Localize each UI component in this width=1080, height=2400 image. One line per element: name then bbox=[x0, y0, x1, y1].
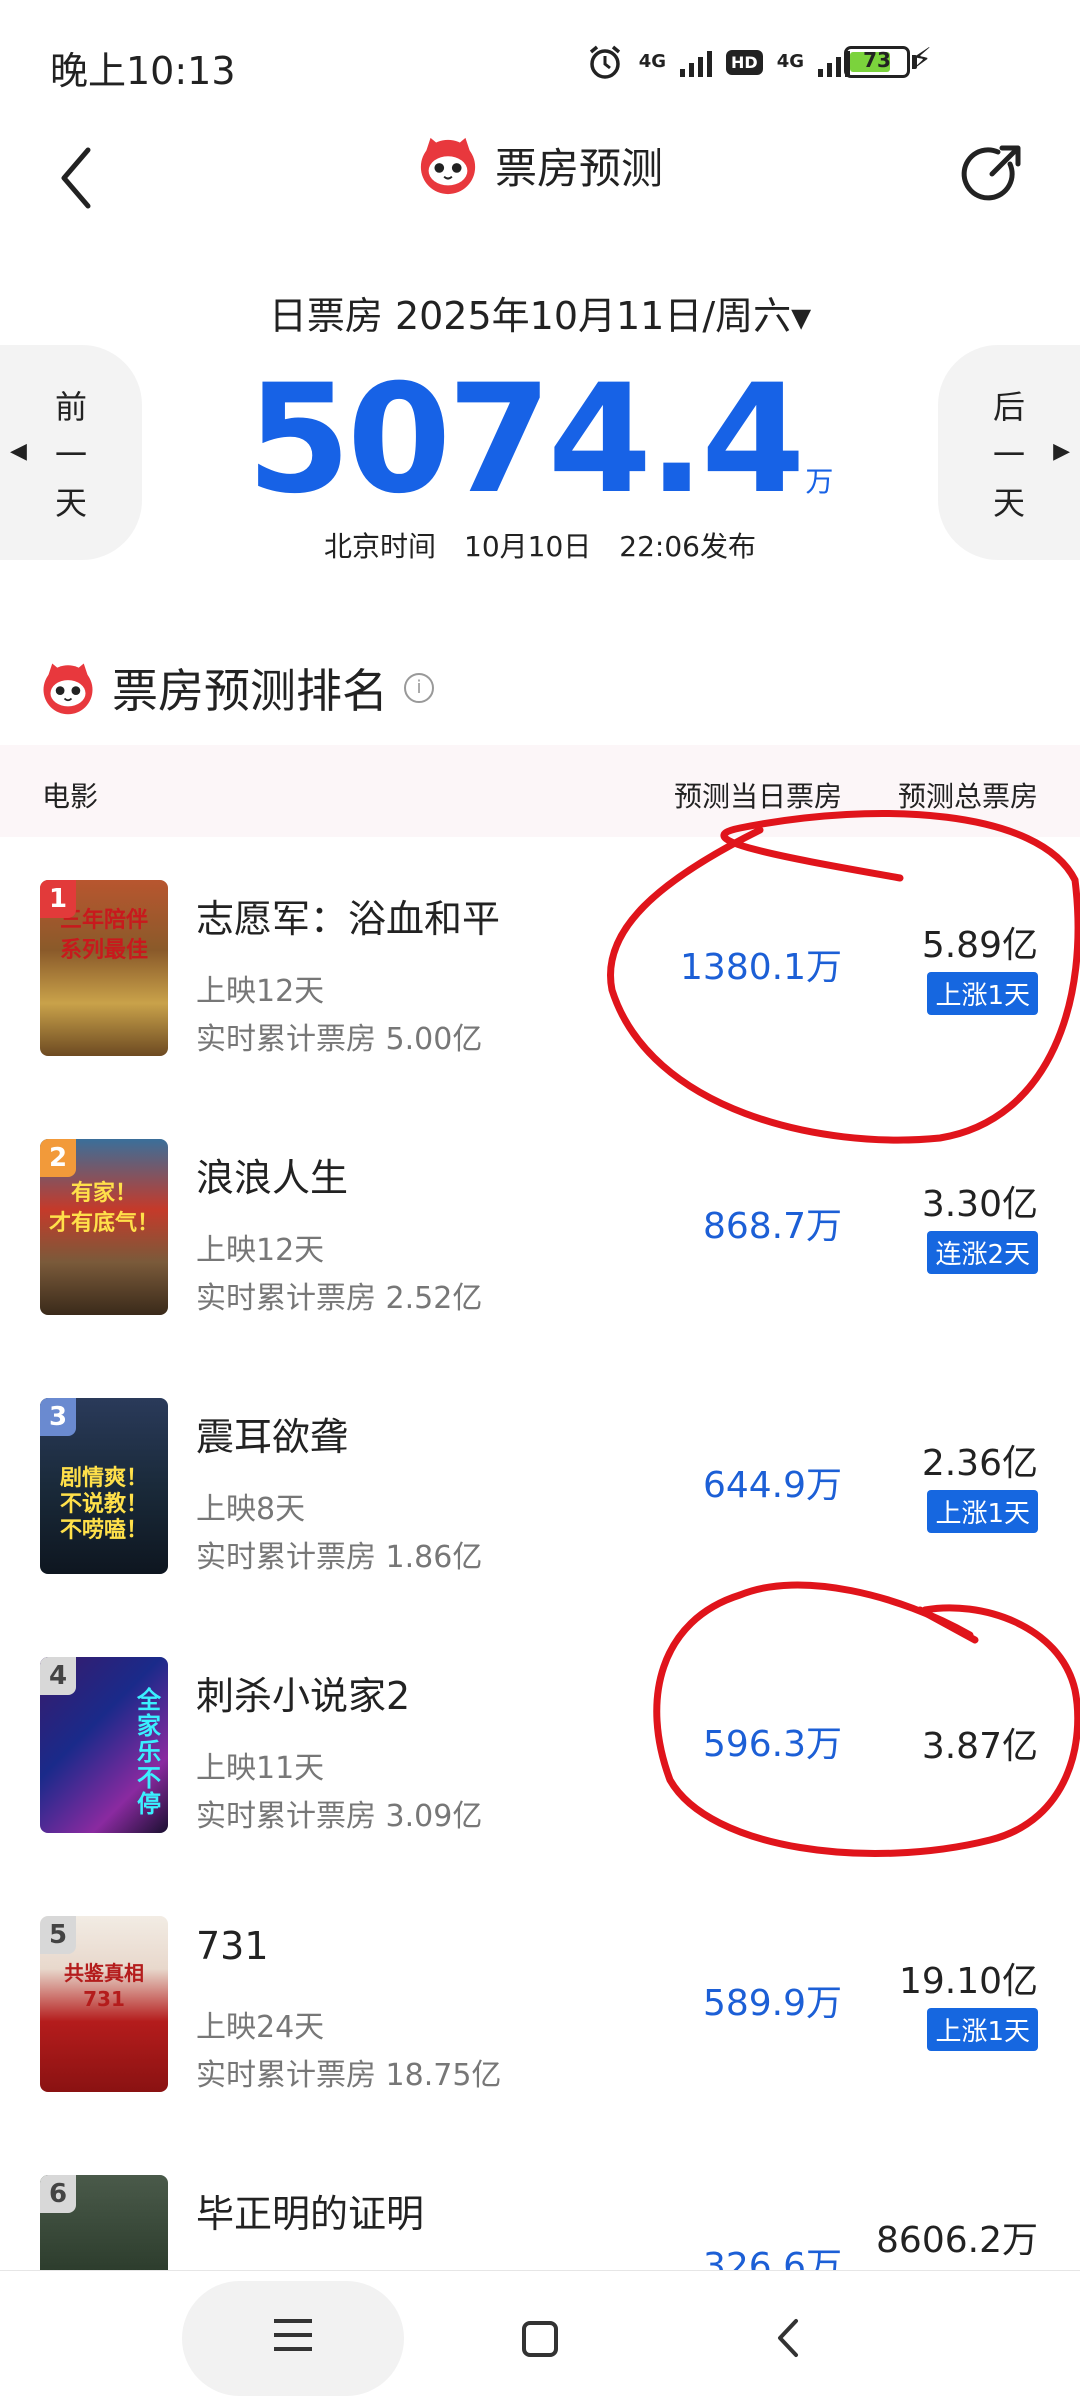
battery-icon: 73 bbox=[844, 46, 910, 78]
ranking-title: 票房预测排名 bbox=[112, 664, 388, 718]
share-button[interactable] bbox=[952, 134, 1032, 214]
movie-poster: 有家！ 才有底气！ 2 bbox=[40, 1139, 168, 1315]
status-icons: 4G HD 4G bbox=[585, 42, 850, 82]
movie-poster: 三年陪伴 系列最佳 1 bbox=[40, 880, 168, 1056]
poster-text: 共鉴真相 731 bbox=[64, 1961, 144, 2011]
total-forecast-value: 5.89亿 bbox=[921, 925, 1038, 966]
charging-icon: ⚡ bbox=[910, 42, 932, 77]
trend-badge: 上涨1天 bbox=[927, 1490, 1038, 1533]
movie-cumulative: 实时累计票房 18.75亿 bbox=[196, 2058, 502, 2093]
signal-icon bbox=[680, 47, 713, 77]
rank-badge: 5 bbox=[40, 1916, 76, 1954]
movie-row[interactable]: 有家！ 才有底气！ 2 浪浪人生 上映12天 实时累计票房 2.52亿 868.… bbox=[0, 1139, 1080, 1398]
day-forecast-value: 868.7万 bbox=[702, 1206, 842, 1247]
rank-badge: 3 bbox=[40, 1398, 76, 1436]
alarm-icon bbox=[589, 45, 620, 79]
battery-percent: 73 bbox=[863, 48, 891, 72]
movie-row[interactable]: 剧情爽！ 不说教！ 不唠嗑！ 3 震耳欲聋 上映8天 实时累计票房 1.86亿 … bbox=[0, 1398, 1080, 1657]
system-nav-bar bbox=[0, 2270, 1080, 2400]
status-bar: 晚上10:13 4G HD 4G 73 ⚡ bbox=[0, 0, 1080, 120]
title-bar: 票房预测 bbox=[0, 120, 1080, 240]
trend-badge: 上涨1天 bbox=[927, 2008, 1038, 2051]
day-forecast-value: 596.3万 bbox=[702, 1724, 842, 1765]
movie-row[interactable]: 全家乐不停 4 刺杀小说家2 上映11天 实时累计票房 3.09亿 596.3万… bbox=[0, 1657, 1080, 1916]
total-forecast-value: 8606.2万 bbox=[876, 2220, 1038, 2261]
movie-name: 浪浪人生 bbox=[196, 1156, 349, 1200]
poster-text: 全家乐不停 bbox=[137, 1686, 161, 1818]
menu-button[interactable] bbox=[182, 2281, 404, 2396]
movie-days: 上映8天 bbox=[196, 1492, 306, 1527]
day-forecast-value: 589.9万 bbox=[702, 1983, 842, 2024]
rank-badge: 2 bbox=[40, 1139, 76, 1177]
total-forecast-value: 3.87亿 bbox=[921, 1726, 1038, 1767]
rank-badge: 1 bbox=[40, 880, 76, 918]
title-wrap: 票房预测 bbox=[0, 134, 1080, 196]
movie-name: 731 bbox=[196, 1924, 269, 1968]
day-forecast-value: 644.9万 bbox=[702, 1465, 842, 1506]
status-time: 晚上10:13 bbox=[50, 49, 236, 93]
movie-name: 毕正明的证明 bbox=[196, 2192, 425, 2236]
nav-back-button[interactable] bbox=[772, 2315, 802, 2361]
column-day-forecast: 预测当日票房 bbox=[673, 780, 842, 813]
movie-name: 志愿军：浴血和平 bbox=[196, 897, 501, 941]
ranking-header: 票房预测排名 i bbox=[40, 655, 434, 721]
movie-poster: 剧情爽！ 不说教！ 不唠嗑！ 3 bbox=[40, 1398, 168, 1574]
movie-cumulative: 实时累计票房 1.86亿 bbox=[196, 1540, 483, 1575]
network-4g-label: 4G bbox=[638, 51, 667, 72]
movie-days: 上映12天 bbox=[196, 974, 325, 1009]
publish-info: 北京时间 10月10日 22:06发布 bbox=[324, 530, 756, 563]
movie-poster: 全家乐不停 4 bbox=[40, 1657, 168, 1833]
trend-badge: 连涨2天 bbox=[927, 1231, 1038, 1274]
movie-cumulative: 实时累计票房 3.09亿 bbox=[196, 1799, 483, 1834]
total-forecast-value: 19.10亿 bbox=[898, 1961, 1038, 2002]
movie-days: 上映11天 bbox=[196, 1751, 325, 1786]
caret-down-icon: ▼ bbox=[791, 303, 812, 334]
network-4g-label-2: 4G bbox=[776, 51, 804, 72]
poster-text: 剧情爽！ 不说教！ 不唠嗑！ bbox=[59, 1466, 148, 1543]
movie-poster: 共鉴真相 731 5 bbox=[40, 1916, 168, 2092]
maoyan-cat-logo-icon bbox=[43, 663, 93, 715]
movie-row[interactable]: 三年陪伴 系列最佳 1 志愿军：浴血和平 上映12天 实时累计票房 5.00亿 … bbox=[0, 880, 1080, 1139]
movie-days: 上映24天 bbox=[196, 2010, 325, 2045]
column-header: 电影 预测当日票房 预测总票房 bbox=[0, 745, 1080, 837]
ranking-list: 三年陪伴 系列最佳 1 志愿军：浴血和平 上映12天 实时累计票房 5.00亿 … bbox=[0, 880, 1080, 2400]
info-icon[interactable]: i bbox=[404, 673, 434, 703]
menu-icon bbox=[274, 2319, 312, 2323]
share-icon bbox=[961, 145, 1021, 201]
movie-cumulative: 实时累计票房 2.52亿 bbox=[196, 1281, 483, 1316]
column-total-forecast: 预测总票房 bbox=[897, 780, 1038, 813]
home-button[interactable] bbox=[522, 2321, 558, 2357]
total-forecast-value: 3.30亿 bbox=[921, 1184, 1038, 1225]
movie-name: 震耳欲聋 bbox=[196, 1415, 349, 1459]
date-selector[interactable]: 日票房 2025年10月11日/周六▼ bbox=[0, 285, 1080, 340]
column-movie: 电影 bbox=[42, 780, 99, 813]
rank-badge: 4 bbox=[40, 1657, 76, 1695]
movie-cumulative: 实时累计票房 5.00亿 bbox=[196, 1022, 483, 1057]
box-office-value: 5074.4 bbox=[246, 353, 806, 527]
movie-days: 上映12天 bbox=[196, 1233, 325, 1268]
box-office-unit: 万 bbox=[805, 465, 834, 498]
date-label: 日票房 bbox=[268, 294, 383, 338]
total-forecast-value: 2.36亿 bbox=[921, 1443, 1038, 1484]
movie-row[interactable]: 共鉴真相 731 5 731 上映24天 实时累计票房 18.75亿 589.9… bbox=[0, 1916, 1080, 2175]
page-title: 票房预测 bbox=[494, 143, 663, 193]
maoyan-cat-logo-icon bbox=[420, 137, 476, 195]
hd-icon: HD bbox=[726, 49, 763, 75]
movie-name: 刺杀小说家2 bbox=[196, 1674, 411, 1718]
date-value: 2025年10月11日/周六 bbox=[394, 294, 792, 338]
poster-text: 有家！ 才有底气！ bbox=[48, 1181, 159, 1236]
rank-badge: 6 bbox=[40, 2175, 76, 2213]
daily-box-office-total: 5074.4 万 bbox=[0, 365, 1080, 515]
trend-badge: 上涨1天 bbox=[927, 972, 1038, 1015]
day-forecast-value: 1380.1万 bbox=[680, 947, 842, 988]
